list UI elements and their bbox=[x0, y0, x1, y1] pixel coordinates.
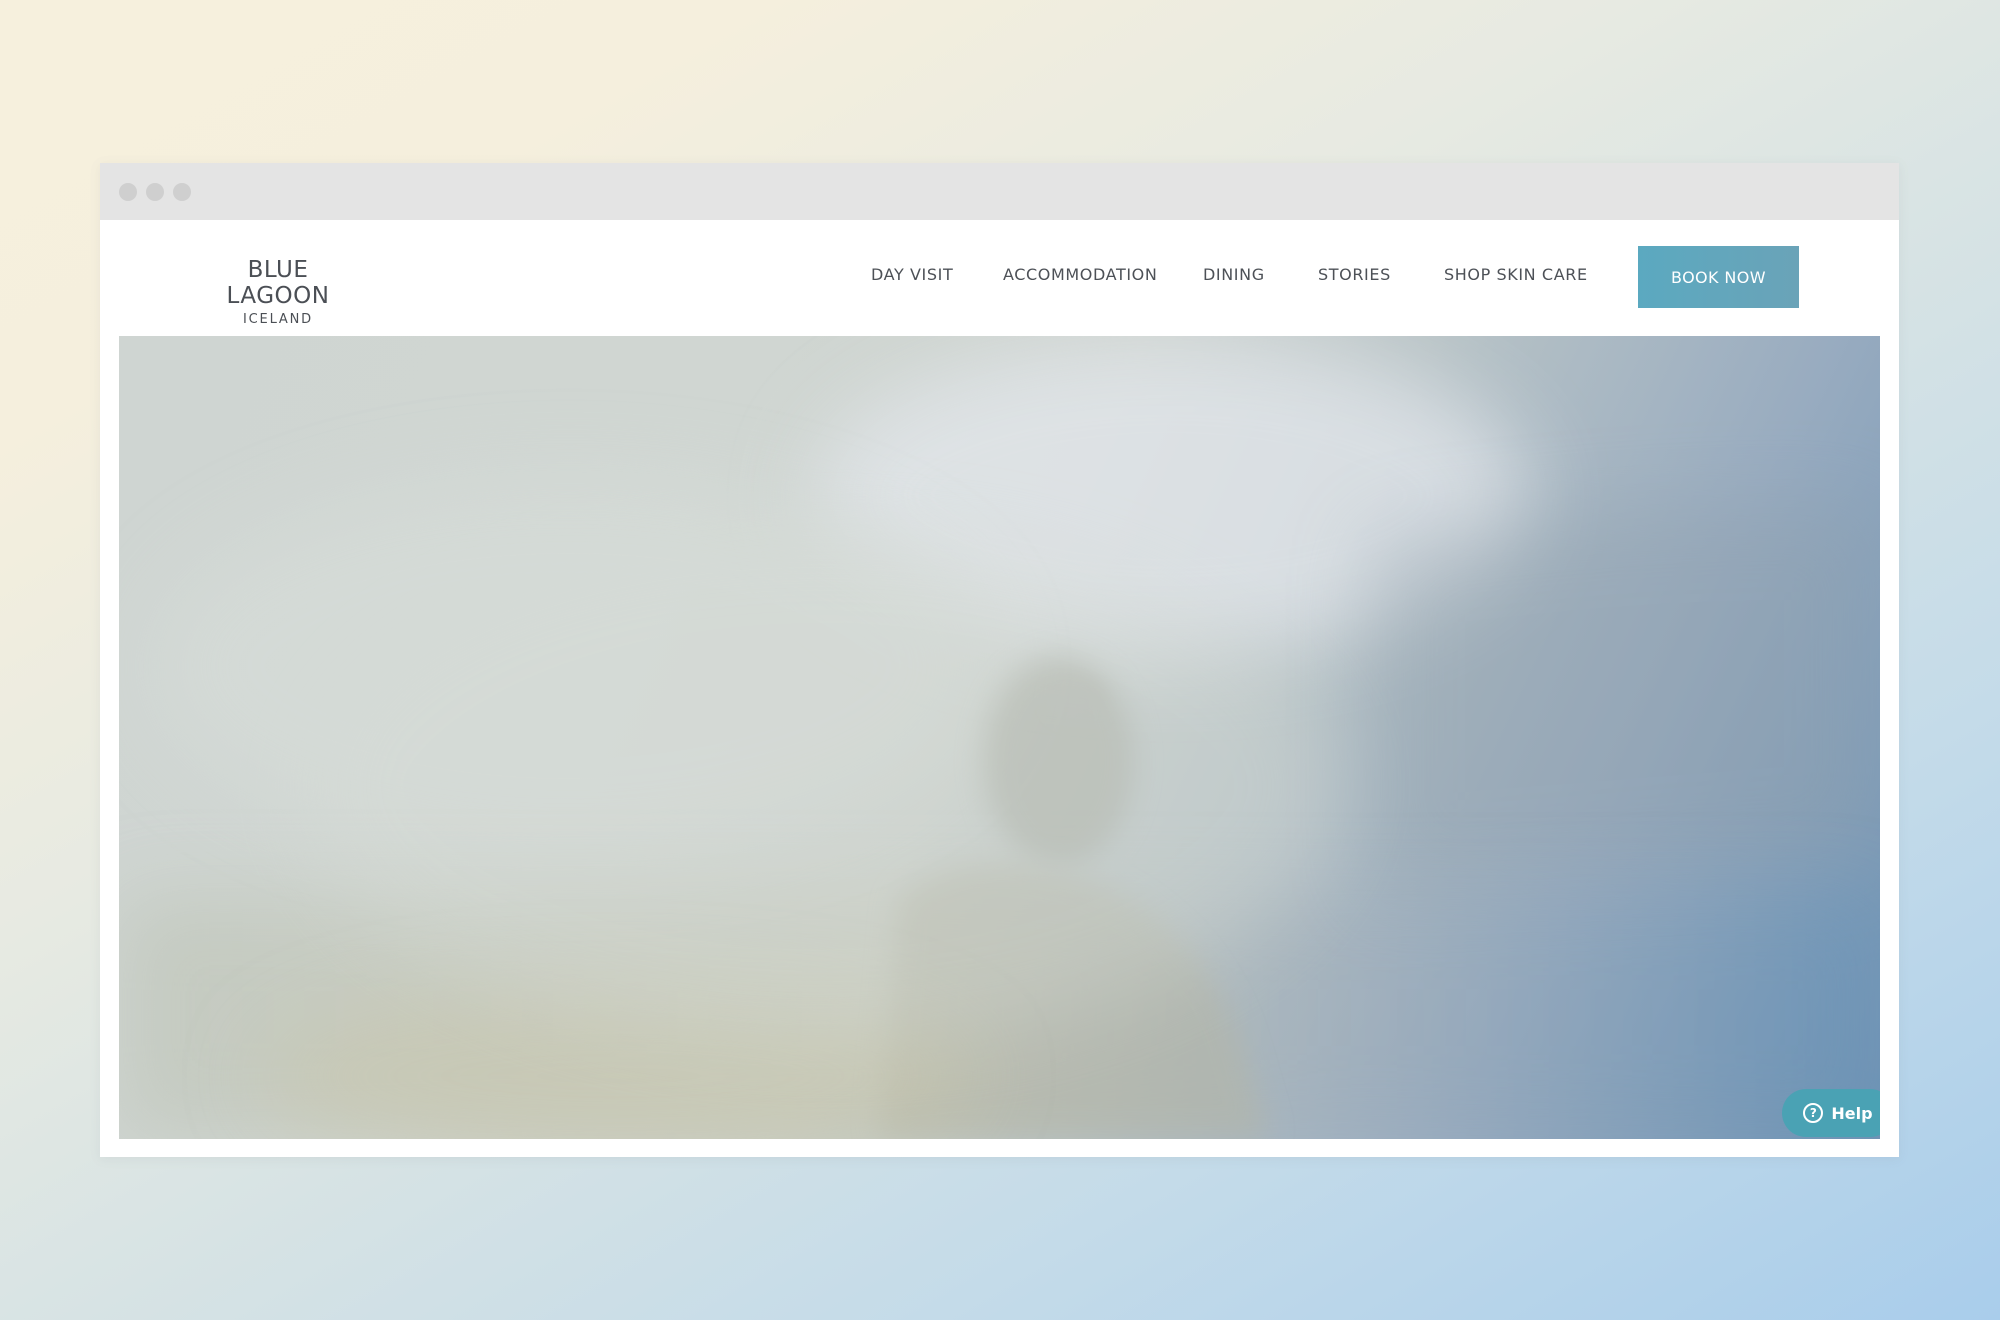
window-close-dot[interactable] bbox=[119, 183, 137, 201]
nav-accommodation[interactable]: ACCOMMODATION bbox=[1003, 265, 1157, 284]
help-button[interactable]: ? Help bbox=[1782, 1089, 1880, 1137]
book-now-button[interactable]: BOOK NOW bbox=[1638, 246, 1799, 308]
browser-window: BLUE LAGOON ICELAND DAY VISIT ACCOMMODAT… bbox=[100, 163, 1899, 1157]
hero-photo-illustration bbox=[119, 336, 1880, 1139]
nav-day-visit[interactable]: DAY VISIT bbox=[871, 265, 953, 284]
window-titlebar bbox=[100, 163, 1899, 220]
window-minimize-dot[interactable] bbox=[146, 183, 164, 201]
question-circle-icon: ? bbox=[1803, 1103, 1824, 1123]
nav-dining[interactable]: DINING bbox=[1203, 265, 1265, 284]
brand-subtitle: ICELAND bbox=[243, 312, 313, 327]
brand-logo[interactable]: BLUE LAGOON ICELAND bbox=[198, 257, 358, 328]
nav-stories[interactable]: STORIES bbox=[1318, 265, 1391, 284]
brand-name: BLUE LAGOON bbox=[226, 257, 330, 309]
hero-image: ? Help bbox=[119, 336, 1880, 1139]
nav-shop-skin-care[interactable]: SHOP SKIN CARE bbox=[1444, 265, 1588, 284]
site-header: BLUE LAGOON ICELAND DAY VISIT ACCOMMODAT… bbox=[100, 220, 1899, 332]
help-label: Help bbox=[1831, 1103, 1873, 1123]
window-maximize-dot[interactable] bbox=[173, 183, 191, 201]
